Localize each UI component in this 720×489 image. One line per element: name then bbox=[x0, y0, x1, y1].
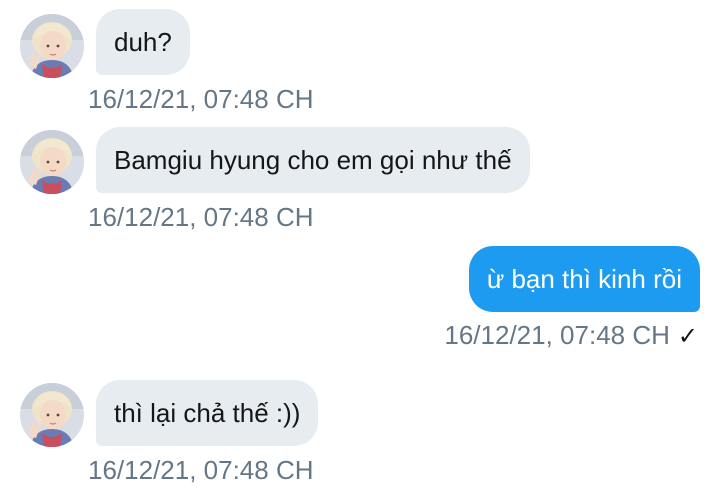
avatar-image bbox=[20, 14, 84, 78]
message-timestamp: 16/12/21, 07:48 CH bbox=[88, 202, 314, 233]
avatar-image bbox=[20, 130, 84, 194]
timestamp-text: 16/12/21, 07:48 CH bbox=[88, 202, 314, 232]
avatar-image bbox=[20, 383, 84, 447]
message-timestamp: 16/12/21, 07:48 CH bbox=[88, 84, 314, 115]
outgoing-message-bubble[interactable]: ừ bạn thì kinh rồi bbox=[468, 246, 700, 312]
contact-avatar[interactable] bbox=[20, 14, 84, 78]
contact-avatar[interactable] bbox=[20, 383, 84, 447]
timestamp-text: 16/12/21, 07:48 CH bbox=[88, 455, 314, 485]
timestamp-text: 16/12/21, 07:48 CH bbox=[88, 84, 314, 114]
message-timestamp: 16/12/21, 07:48 CH ✓ bbox=[444, 320, 698, 351]
check-icon: ✓ bbox=[677, 323, 698, 350]
incoming-message-bubble[interactable]: Bamgiu hyung cho em gọi như thế bbox=[96, 127, 530, 193]
timestamp-text: 16/12/21, 07:48 CH bbox=[444, 320, 670, 350]
contact-avatar[interactable] bbox=[20, 130, 84, 194]
conversation-thread: duh? 16/12/21, 07:48 CH Bamgiu hyung cho… bbox=[0, 0, 720, 489]
incoming-message-bubble[interactable]: duh? bbox=[96, 9, 190, 75]
incoming-message-bubble[interactable]: thì lại chả thế :)) bbox=[96, 380, 319, 446]
message-timestamp: 16/12/21, 07:48 CH bbox=[88, 455, 314, 486]
